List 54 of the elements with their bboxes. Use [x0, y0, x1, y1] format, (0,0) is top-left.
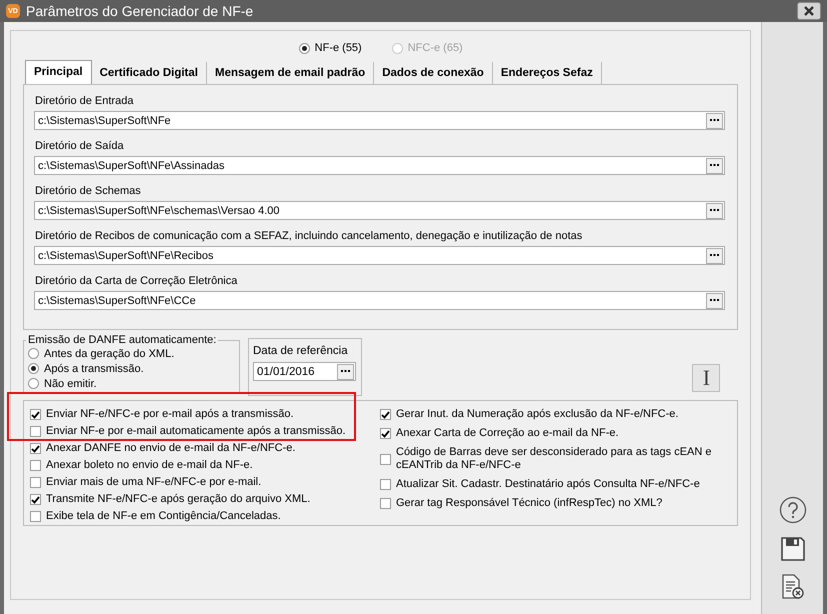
option-checkbox[interactable]: Código de Barras deve ser desconsiderado para as tags cEAN e cEANTrib da NF-e/NFC-e [380, 446, 730, 472]
field-label: Diretório de Recibos de comunicação com a SEFAZ, incluindo cancelamento, denegação e inutilização de notas [34, 230, 584, 242]
check-icon [381, 410, 390, 418]
path-field[interactable]: c:\Sistemas\SuperSoft\NFe\Assinadas [34, 156, 726, 175]
tab[interactable]: Principal [25, 60, 92, 84]
option-checkbox[interactable]: Enviar NF-e por e-mail automaticamente após a transmissão. [30, 425, 372, 438]
browse-button[interactable] [706, 112, 724, 128]
close-button[interactable] [797, 2, 821, 20]
browse-button[interactable] [706, 202, 724, 218]
option-checkbox[interactable]: Transmite NF-e/NFC-e após geração do arquivo XML. [30, 493, 372, 506]
field-label: Diretório de Saída [34, 140, 125, 152]
field-label: Diretório de Entrada [34, 95, 134, 107]
doc-type-radio[interactable]: NF-e (55) [298, 42, 362, 54]
option-checkbox[interactable]: Enviar mais de uma NF-e/NFC-e por e-mail. [30, 476, 372, 489]
group-title: Emissão de DANFE automaticamente: [27, 334, 218, 346]
option-checkbox[interactable]: Enviar NF-e/NFC-e por e-mail após a transmissão. [30, 408, 372, 421]
field-label: Diretório da Carta de Correção Eletrônica [34, 275, 238, 287]
option-checkbox[interactable]: Atualizar Sit. Cadastr. Destinatário após Consulta NF-e/NFC-e [380, 478, 730, 491]
field-label: Diretório de Schemas [34, 185, 142, 197]
danfe-radio[interactable]: Após a transmissão. [28, 361, 233, 376]
ellipsis-icon [710, 299, 720, 302]
danfe-radio[interactable]: Não emitir. [28, 376, 233, 391]
check-icon [31, 410, 40, 418]
check-icon [31, 444, 40, 452]
option-checkbox[interactable]: Gerar Inut. da Numeração após exclusão da NF-e/NFC-e. [380, 408, 730, 421]
check-icon [381, 430, 390, 438]
ellipsis-icon [341, 370, 350, 373]
ellipsis-icon [710, 119, 720, 122]
help-icon[interactable] [778, 496, 807, 524]
window-title: Parâmetros do Gerenciador de NF-e [26, 3, 254, 19]
date-picker-button[interactable] [337, 364, 354, 380]
path-field[interactable]: c:\Sistemas\SuperSoft\NFe\CCe [34, 291, 726, 310]
browse-button[interactable] [706, 292, 724, 308]
path-field[interactable]: c:\Sistemas\SuperSoft\NFe\schemas\Versao 4.00 [34, 201, 726, 220]
check-icon [31, 496, 40, 504]
path-field[interactable]: c:\Sistemas\SuperSoft\NFe [34, 111, 726, 130]
ellipsis-icon [710, 254, 720, 257]
option-checkbox[interactable]: Anexar boleto no envio de e-mail da NF-e. [30, 459, 372, 472]
browse-button[interactable] [706, 248, 724, 264]
ellipsis-icon [710, 209, 720, 212]
save-icon[interactable] [780, 536, 806, 562]
field-label: Data de referência [253, 345, 349, 357]
option-checkbox[interactable]: Anexar DANFE no envio de e-mail da NF-e/NFC-e. [30, 442, 372, 455]
option-checkbox[interactable]: Exibe tela de NF-e em Contigência/Canceladas. [30, 510, 372, 523]
option-checkbox[interactable]: Gerar tag Responsável Técnico (infRespTec) no XML? [380, 497, 730, 510]
ellipsis-icon [710, 164, 720, 167]
document-cancel-icon[interactable] [780, 574, 805, 600]
danfe-radio[interactable]: Antes da geração do XML. [28, 346, 233, 361]
info-button[interactable]: I [692, 364, 720, 392]
close-icon [804, 6, 814, 16]
path-field[interactable]: c:\Sistemas\SuperSoft\NFe\Recibos [34, 246, 726, 265]
option-checkbox[interactable]: Anexar Carta de Correção ao e-mail da NF-e. [380, 427, 730, 440]
browse-button[interactable] [706, 158, 724, 174]
date-field[interactable]: 01/01/2016 [253, 362, 356, 381]
